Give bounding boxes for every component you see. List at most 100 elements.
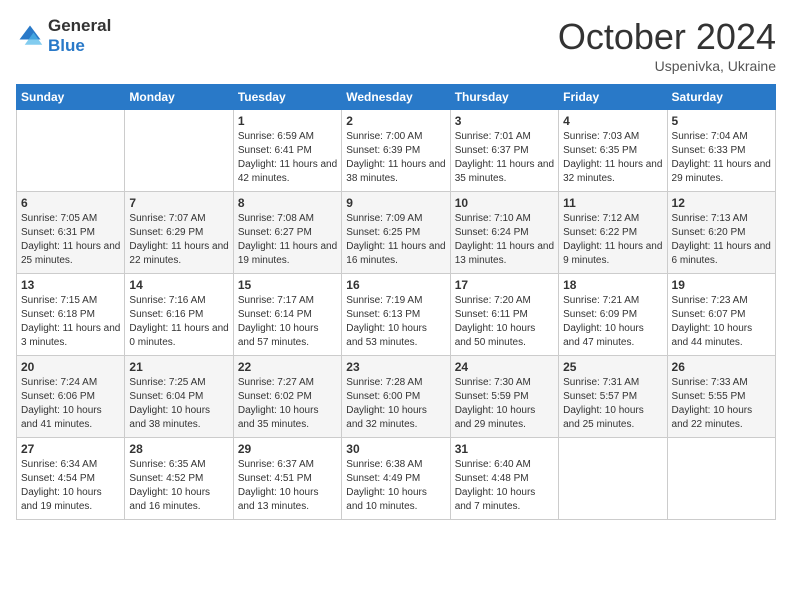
day-number: 28 [129, 442, 228, 456]
day-header-saturday: Saturday [667, 85, 775, 110]
calendar-cell: 20 Sunrise: 7:24 AM Sunset: 6:06 PM Dayli… [17, 356, 125, 438]
calendar-week-4: 27Sunrise: 6:34 AM Sunset: 4:54 PM Dayli… [17, 438, 776, 520]
calendar-cell: 3Sunrise: 7:01 AM Sunset: 6:37 PM Daylig… [450, 110, 558, 192]
day-number: 13 [21, 278, 120, 292]
day-info: Sunrise: 7:24 AM Sunset: 6:06 PM Dayligh… [21, 376, 120, 432]
calendar-cell: 27Sunrise: 6:34 AM Sunset: 4:54 PM Dayli… [17, 438, 125, 520]
day-info: Sunrise: 7:31 AM Sunset: 5:57 PM Dayligh… [563, 376, 662, 432]
header: General Blue October 2024 Uspenivka, Ukr… [16, 16, 776, 74]
day-info: Sunrise: 7:23 AM Sunset: 6:07 PM Dayligh… [672, 294, 771, 350]
day-number: 15 [238, 278, 337, 292]
day-number: 19 [672, 278, 771, 292]
day-number: 2 [346, 114, 445, 128]
day-number: 14 [129, 278, 228, 292]
day-number: 30 [346, 442, 445, 456]
day-info: Sunrise: 7:16 AM Sunset: 6:16 PM Dayligh… [129, 294, 228, 350]
day-header-tuesday: Tuesday [233, 85, 341, 110]
title-block: October 2024 Uspenivka, Ukraine [558, 16, 776, 74]
calendar-week-3: 20 Sunrise: 7:24 AM Sunset: 6:06 PM Dayli… [17, 356, 776, 438]
logo: General Blue [16, 16, 111, 55]
day-info: Sunrise: 7:33 AM Sunset: 5:55 PM Dayligh… [672, 376, 771, 432]
day-info: Sunrise: 6:40 AM Sunset: 4:48 PM Dayligh… [455, 458, 554, 514]
calendar-cell: 1 Sunrise: 6:59 AM Sunset: 6:41 PM Daylig… [233, 110, 341, 192]
day-number: 18 [563, 278, 662, 292]
day-number: 25 [563, 360, 662, 374]
day-number: 22 [238, 360, 337, 374]
calendar-cell: 16 Sunrise: 7:19 AM Sunset: 6:13 PM Dayli… [342, 274, 450, 356]
calendar-cell: 24Sunrise: 7:30 AM Sunset: 5:59 PM Dayli… [450, 356, 558, 438]
day-number: 24 [455, 360, 554, 374]
calendar-cell [17, 110, 125, 192]
day-info: Sunrise: 6:37 AM Sunset: 4:51 PM Dayligh… [238, 458, 337, 514]
day-number: 11 [563, 196, 662, 210]
calendar-cell [559, 438, 667, 520]
calendar-cell: 21 Sunrise: 7:25 AM Sunset: 6:04 PM Dayli… [125, 356, 233, 438]
calendar-cell: 4 Sunrise: 7:03 AM Sunset: 6:35 PM Daylig… [559, 110, 667, 192]
logo-general: General [48, 16, 111, 36]
day-info: Sunrise: 7:03 AM Sunset: 6:35 PM Dayligh… [563, 130, 662, 186]
calendar-cell: 12 Sunrise: 7:13 AM Sunset: 6:20 PM Dayli… [667, 192, 775, 274]
day-info: Sunrise: 7:13 AM Sunset: 6:20 PM Dayligh… [672, 212, 771, 268]
day-header-friday: Friday [559, 85, 667, 110]
day-header-monday: Monday [125, 85, 233, 110]
calendar-cell [667, 438, 775, 520]
location: Uspenivka, Ukraine [558, 58, 776, 74]
calendar-cell: 17 Sunrise: 7:20 AM Sunset: 6:11 PM Dayli… [450, 274, 558, 356]
calendar-cell: 14 Sunrise: 7:16 AM Sunset: 6:16 PM Dayli… [125, 274, 233, 356]
day-info: Sunrise: 7:17 AM Sunset: 6:14 PM Dayligh… [238, 294, 337, 350]
calendar-cell: 29 Sunrise: 6:37 AM Sunset: 4:51 PM Dayli… [233, 438, 341, 520]
day-number: 3 [455, 114, 554, 128]
logo-blue: Blue [48, 36, 111, 56]
day-number: 17 [455, 278, 554, 292]
day-info: Sunrise: 7:09 AM Sunset: 6:25 PM Dayligh… [346, 212, 445, 268]
day-info: Sunrise: 6:59 AM Sunset: 6:41 PM Dayligh… [238, 130, 337, 186]
day-info: Sunrise: 7:00 AM Sunset: 6:39 PM Dayligh… [346, 130, 445, 186]
day-number: 1 [238, 114, 337, 128]
day-number: 23 [346, 360, 445, 374]
calendar-cell: 9 Sunrise: 7:09 AM Sunset: 6:25 PM Daylig… [342, 192, 450, 274]
calendar-cell: 30 Sunrise: 6:38 AM Sunset: 4:49 PM Dayli… [342, 438, 450, 520]
calendar-cell: 6 Sunrise: 7:05 AM Sunset: 6:31 PM Daylig… [17, 192, 125, 274]
calendar: SundayMondayTuesdayWednesdayThursdayFrid… [16, 84, 776, 520]
day-number: 5 [672, 114, 771, 128]
day-number: 26 [672, 360, 771, 374]
day-number: 6 [21, 196, 120, 210]
calendar-cell: 11Sunrise: 7:12 AM Sunset: 6:22 PM Dayli… [559, 192, 667, 274]
day-number: 9 [346, 196, 445, 210]
calendar-cell: 31Sunrise: 6:40 AM Sunset: 4:48 PM Dayli… [450, 438, 558, 520]
day-info: Sunrise: 7:15 AM Sunset: 6:18 PM Dayligh… [21, 294, 120, 350]
day-info: Sunrise: 7:10 AM Sunset: 6:24 PM Dayligh… [455, 212, 554, 268]
day-info: Sunrise: 7:19 AM Sunset: 6:13 PM Dayligh… [346, 294, 445, 350]
day-info: Sunrise: 7:25 AM Sunset: 6:04 PM Dayligh… [129, 376, 228, 432]
day-header-thursday: Thursday [450, 85, 558, 110]
calendar-cell: 19 Sunrise: 7:23 AM Sunset: 6:07 PM Dayli… [667, 274, 775, 356]
day-info: Sunrise: 7:07 AM Sunset: 6:29 PM Dayligh… [129, 212, 228, 268]
day-info: Sunrise: 6:38 AM Sunset: 4:49 PM Dayligh… [346, 458, 445, 514]
day-info: Sunrise: 7:21 AM Sunset: 6:09 PM Dayligh… [563, 294, 662, 350]
day-info: Sunrise: 6:34 AM Sunset: 4:54 PM Dayligh… [21, 458, 120, 514]
day-info: Sunrise: 7:08 AM Sunset: 6:27 PM Dayligh… [238, 212, 337, 268]
day-number: 12 [672, 196, 771, 210]
day-header-sunday: Sunday [17, 85, 125, 110]
day-number: 20 [21, 360, 120, 374]
calendar-cell: 2 Sunrise: 7:00 AM Sunset: 6:39 PM Daylig… [342, 110, 450, 192]
calendar-cell: 28 Sunrise: 6:35 AM Sunset: 4:52 PM Dayli… [125, 438, 233, 520]
month-title: October 2024 [558, 16, 776, 58]
day-info: Sunrise: 7:20 AM Sunset: 6:11 PM Dayligh… [455, 294, 554, 350]
day-number: 29 [238, 442, 337, 456]
day-number: 16 [346, 278, 445, 292]
calendar-cell: 22Sunrise: 7:27 AM Sunset: 6:02 PM Dayli… [233, 356, 341, 438]
day-number: 4 [563, 114, 662, 128]
calendar-cell: 25 Sunrise: 7:31 AM Sunset: 5:57 PM Dayli… [559, 356, 667, 438]
day-number: 7 [129, 196, 228, 210]
day-info: Sunrise: 7:05 AM Sunset: 6:31 PM Dayligh… [21, 212, 120, 268]
day-info: Sunrise: 7:28 AM Sunset: 6:00 PM Dayligh… [346, 376, 445, 432]
day-info: Sunrise: 6:35 AM Sunset: 4:52 PM Dayligh… [129, 458, 228, 514]
logo-icon [16, 22, 44, 50]
calendar-cell: 26 Sunrise: 7:33 AM Sunset: 5:55 PM Dayli… [667, 356, 775, 438]
day-number: 21 [129, 360, 228, 374]
day-info: Sunrise: 7:04 AM Sunset: 6:33 PM Dayligh… [672, 130, 771, 186]
day-number: 10 [455, 196, 554, 210]
calendar-cell [125, 110, 233, 192]
calendar-cell: 7 Sunrise: 7:07 AM Sunset: 6:29 PM Daylig… [125, 192, 233, 274]
